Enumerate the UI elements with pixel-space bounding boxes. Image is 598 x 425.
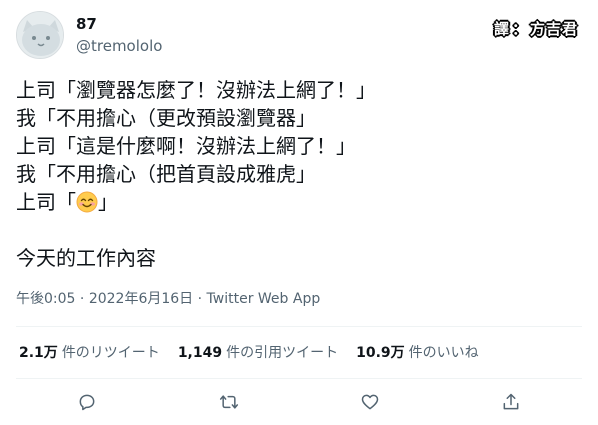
action-bar (0, 388, 598, 416)
tweet-date[interactable]: 2022年6月16日 (89, 291, 193, 307)
like-label: 件のいいね (408, 345, 479, 361)
quote-stat[interactable]: 1,149 件の引用ツイート (178, 344, 338, 362)
tweet-line-2: 我「不用擔心（更改預設瀏覽器」 (16, 106, 316, 130)
translator-separator: ： (512, 19, 529, 38)
translator-credit: 譯 ： 方吉君 (494, 17, 578, 39)
quote-label: 件の引用ツイート (226, 345, 339, 361)
meta-separator-1: · (75, 291, 89, 307)
tweet-line-5-suffix: 」 (98, 190, 118, 214)
translator-label: 譯 (494, 19, 511, 38)
tweet-line-1: 上司「瀏覽器怎麼了！沒辦法上網了！」 (16, 78, 376, 102)
display-name[interactable]: 87 (76, 14, 97, 34)
divider-bottom (16, 378, 582, 379)
tweet-time[interactable]: 午後0:05 (16, 291, 75, 307)
like-count: 10.9万 (356, 345, 405, 361)
tweet-text: 上司「瀏覽器怎麼了！沒辦法上網了！」 我「不用擔心（更改預設瀏覽器」 上司「這是… (16, 76, 582, 272)
quote-count: 1,149 (177, 345, 223, 361)
tweet-meta: 午後0:05 · 2022年6月16日 · Twitter Web App (16, 290, 320, 308)
tweet-stats: 2.1万 件のリツイート 1,149 件の引用ツイート 10.9万 件のいいね (19, 344, 497, 362)
like-button[interactable] (356, 388, 384, 416)
like-stat[interactable]: 10.9万 件のいいね (356, 344, 479, 362)
share-icon (503, 393, 519, 410)
like-icon (361, 394, 379, 410)
smiling-face-emoji-icon (76, 191, 98, 213)
reply-icon (79, 394, 95, 411)
avatar[interactable] (16, 11, 64, 59)
retweet-icon (219, 395, 239, 409)
share-button[interactable] (497, 388, 525, 416)
tweet-detail: 87 @tremololo 譯 ： 方吉君 上司「瀏覽器怎麼了！沒辦法上網了！」… (0, 0, 598, 425)
meta-separator-2: · (193, 291, 207, 307)
tweet-line-5-prefix: 上司「 (16, 190, 76, 214)
avatar-cat-icon (17, 12, 63, 58)
user-handle[interactable]: @tremololo (76, 36, 162, 56)
tweet-source[interactable]: Twitter Web App (207, 291, 321, 307)
tweet-line-4: 我「不用擔心（把首頁設成雅虎」 (16, 162, 316, 186)
retweet-stat[interactable]: 2.1万 件のリツイート (19, 344, 160, 362)
retweet-button[interactable] (215, 388, 243, 416)
translator-name: 方吉君 (530, 19, 579, 38)
retweet-label: 件のリツイート (61, 345, 160, 361)
tweet-closing-line: 今天的工作內容 (16, 246, 156, 270)
tweet-line-5: 上司「」 (16, 188, 582, 216)
retweet-count: 2.1万 (19, 345, 58, 361)
divider-top (16, 326, 582, 327)
reply-button[interactable] (73, 388, 101, 416)
tweet-line-3: 上司「這是什麼啊！沒辦法上網了！」 (16, 134, 356, 158)
